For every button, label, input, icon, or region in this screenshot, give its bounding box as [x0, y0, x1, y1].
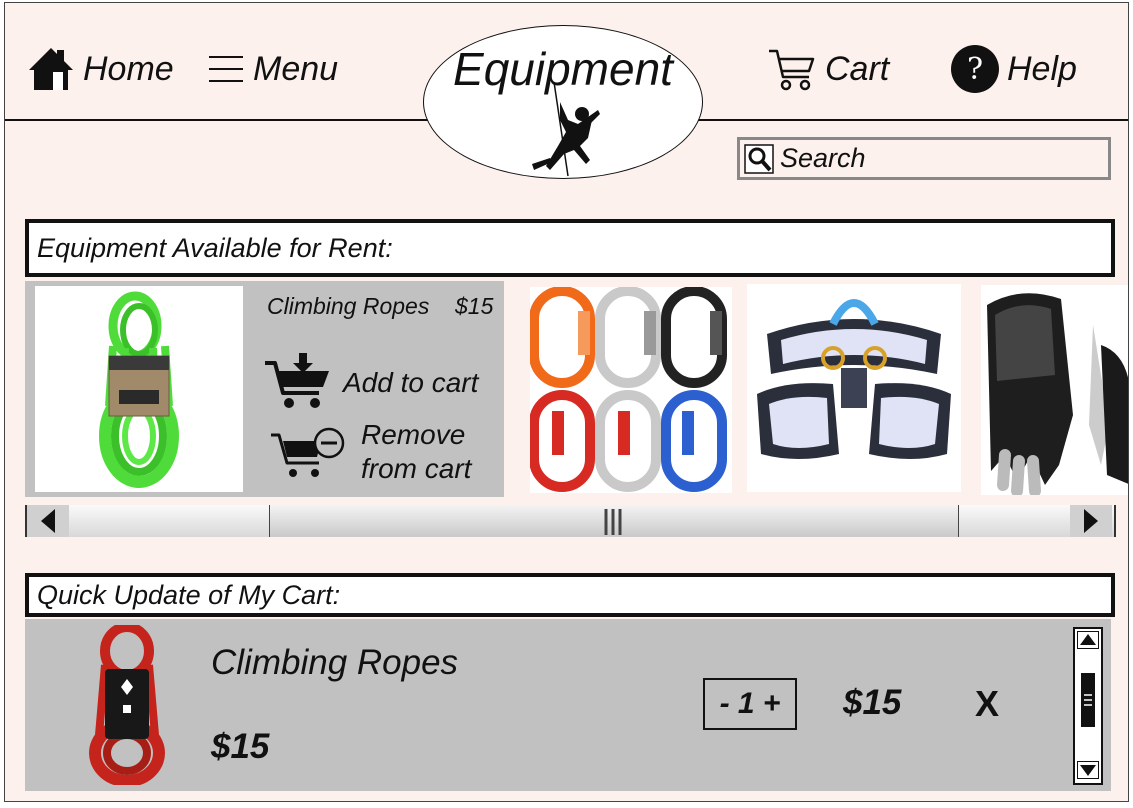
- cart-section-header: Quick Update of My Cart:: [25, 573, 1115, 617]
- cart-item-unit-price: $15: [211, 727, 270, 766]
- add-to-cart-label: Add to cart: [343, 367, 479, 398]
- arrow-up-icon[interactable]: [1077, 631, 1099, 649]
- equipment-carousel: Climbing Ropes $15 Add to cart Remove fr…: [25, 281, 1128, 499]
- remove-item-button[interactable]: X: [975, 683, 999, 725]
- search-placeholder: Search: [780, 143, 866, 173]
- scroll-right-button[interactable]: [1070, 505, 1112, 537]
- featured-product-name: Climbing Ropes: [267, 293, 430, 319]
- nav-menu-label: Menu: [253, 49, 339, 88]
- cart-item-row: Climbing Ropes $15 - 1 + $15 X: [25, 619, 1111, 791]
- gloves-image[interactable]: [981, 285, 1128, 495]
- red-rope-illustration: [89, 622, 165, 787]
- home-icon: [29, 48, 73, 90]
- equipment-logo[interactable]: Equipment: [423, 25, 703, 179]
- grip-icon: [604, 509, 622, 535]
- carousel-scrollbar[interactable]: [25, 505, 1116, 537]
- hamburger-menu-icon: [209, 56, 243, 82]
- red-rope-image[interactable]: [87, 622, 167, 787]
- remove-from-cart-button[interactable]: Remove from cart: [269, 419, 499, 485]
- nav-help[interactable]: ? Help: [951, 43, 1077, 95]
- nav-home-label: Home: [83, 49, 174, 88]
- available-section-header: Equipment Available for Rent:: [25, 219, 1115, 277]
- magnifier-icon: [744, 143, 774, 174]
- scroll-thumb[interactable]: [269, 505, 959, 537]
- featured-product-card: Climbing Ropes $15 Add to cart Remove fr…: [25, 281, 504, 497]
- green-rope-image[interactable]: [35, 286, 243, 492]
- nav-cart[interactable]: Cart: [767, 43, 889, 95]
- climber-icon: [532, 81, 600, 177]
- question-mark-icon: ?: [951, 45, 999, 93]
- scroll-left-button[interactable]: [27, 505, 69, 537]
- gloves-illustration: [987, 293, 1128, 495]
- harness-image[interactable]: [747, 284, 961, 492]
- carabiners-image[interactable]: [530, 287, 732, 493]
- nav-home[interactable]: Home: [27, 43, 174, 95]
- cart-add-icon: [265, 353, 329, 408]
- carabiners-illustration: [530, 287, 727, 492]
- cart-section-title: Quick Update of My Cart:: [37, 579, 341, 610]
- help-glyph: ?: [966, 51, 984, 87]
- grip-icon: [1084, 694, 1092, 706]
- rope-illustration: [99, 291, 179, 488]
- quantity-stepper[interactable]: - 1 +: [703, 678, 797, 730]
- nav-menu[interactable]: Menu: [207, 43, 338, 95]
- available-section-title: Equipment Available for Rent:: [37, 232, 393, 263]
- app-frame: Home Menu Cart ? Help Equipment Search E…: [4, 2, 1129, 802]
- remove-label-line2: from cart: [361, 453, 472, 484]
- nav-cart-label: Cart: [825, 49, 890, 88]
- cart-scrollbar[interactable]: [1073, 627, 1103, 785]
- search-input[interactable]: Search: [737, 137, 1111, 180]
- arrow-left-icon: [41, 509, 55, 533]
- shopping-cart-icon: [769, 49, 815, 91]
- cart-item-line-total: $15: [843, 683, 902, 722]
- add-to-cart-button[interactable]: Add to cart: [263, 353, 493, 413]
- cart-scroll-thumb[interactable]: [1081, 673, 1095, 727]
- nav-help-label: Help: [1007, 49, 1077, 88]
- cart-item-name: Climbing Ropes: [211, 643, 459, 682]
- harness-illustration: [757, 299, 951, 459]
- quantity-text: - 1 +: [719, 687, 781, 720]
- arrow-down-icon[interactable]: [1077, 761, 1099, 779]
- arrow-right-icon: [1084, 509, 1098, 533]
- cart-remove-icon: [271, 427, 345, 477]
- featured-product-price: $15: [455, 293, 494, 319]
- remove-label-line1: Remove: [361, 419, 466, 450]
